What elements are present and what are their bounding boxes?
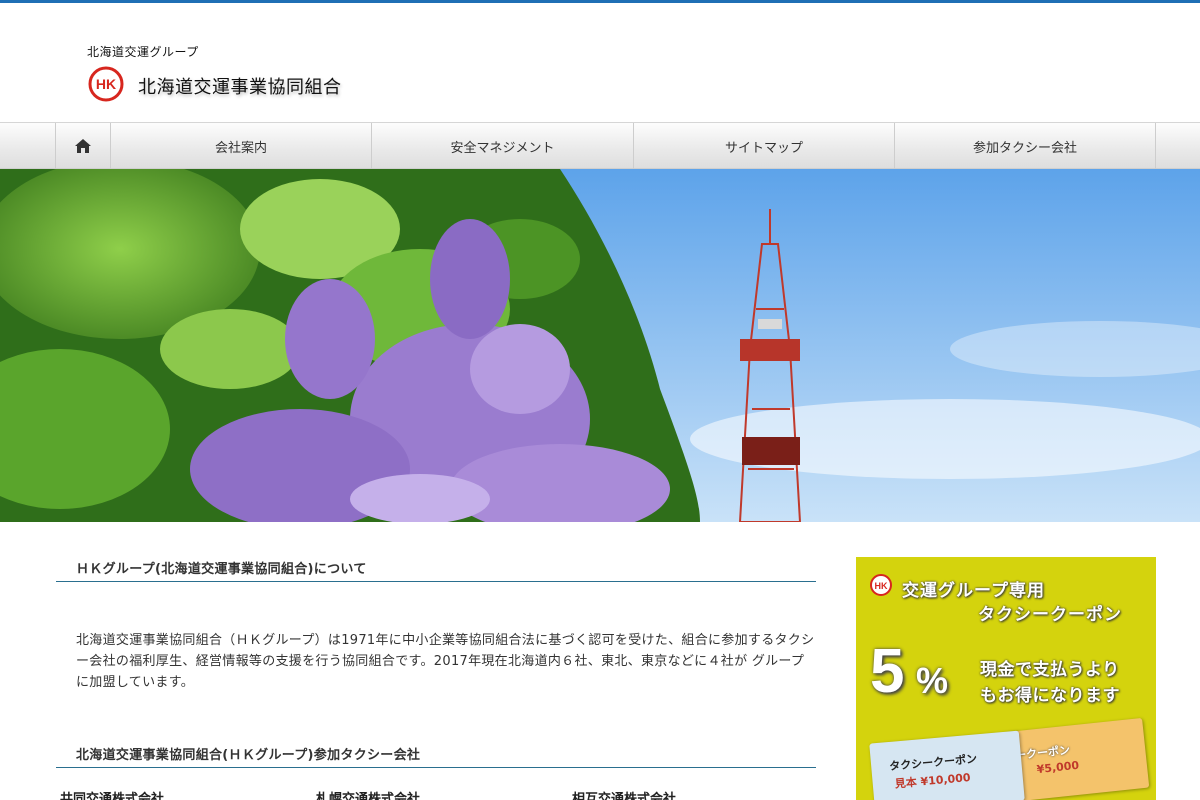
about-heading: ＨＫグループ(北海道交運事業協同組合)について — [56, 558, 816, 582]
company-link[interactable]: 相互交通株式会社 — [572, 788, 676, 800]
company-link[interactable]: 札幌交通株式会社 — [316, 788, 420, 800]
nav-item-sitemap[interactable]: サイトマップ — [633, 123, 894, 169]
coupon-banner[interactable]: HK 交運グループ専用 タクシークーポン 5 % 現金で支払うより もお得になり… — [856, 557, 1156, 800]
coupon-title-line2: タクシークーポン — [978, 605, 1122, 625]
hero-image — [0, 169, 1200, 522]
ticket-value: ¥5,000 — [1036, 758, 1080, 777]
coupon-message-line2: もお得になります — [980, 686, 1120, 706]
nav-item-safety[interactable]: 安全マネジメント — [371, 123, 633, 169]
nav-item-company[interactable]: 会社案内 — [110, 123, 371, 169]
site-header: 北海道交運グループ HK 北海道交運事業協同組合 — [0, 3, 1200, 122]
main-content: ＨＫグループ(北海道交運事業協同組合)について 北海道交運事業協同組合（ＨＫグル… — [56, 540, 816, 800]
members-heading: 北海道交運事業協同組合(ＨＫグループ)参加タクシー会社 — [56, 744, 816, 768]
coupon-title-line1: 交運グループ専用 — [902, 581, 1045, 601]
hk-logo-icon: HK — [870, 574, 892, 596]
group-name: 北海道交運グループ — [87, 45, 199, 59]
svg-text:HK: HK — [96, 76, 116, 92]
site-title[interactable]: 北海道交運事業協同組合 — [138, 73, 342, 99]
hero-illustration — [0, 169, 1200, 522]
coupon-ticket-image: ークーポン ¥5,000 — [1002, 717, 1150, 800]
coupon-rate: 5 — [870, 637, 905, 706]
nav-label: 会社案内 — [214, 140, 267, 156]
coupon-percent-sign: % — [916, 660, 949, 701]
home-icon — [75, 139, 91, 153]
svg-text:HK: HK — [875, 581, 888, 591]
nav-label: 安全マネジメント — [450, 140, 555, 156]
coupon-message-line1: 現金で支払うより — [980, 660, 1120, 680]
about-text: 北海道交運事業協同組合（ＨＫグループ）は1971年に中小企業等協同組合法に基づく… — [76, 633, 815, 690]
nav-label: サイトマップ — [724, 140, 803, 156]
company-link[interactable]: 共同交通株式会社 — [60, 788, 164, 800]
hk-logo-icon[interactable]: HK — [88, 66, 124, 102]
nav-home[interactable] — [55, 123, 110, 169]
main-nav: 会社案内 安全マネジメント サイトマップ 参加タクシー会社 — [0, 122, 1200, 169]
coupon-ticket-image: タクシークーポン 見本 ¥10,000 — [869, 730, 1025, 800]
nav-label: 参加タクシー会社 — [972, 140, 1077, 156]
nav-item-taxi-companies[interactable]: 参加タクシー会社 — [894, 123, 1156, 169]
